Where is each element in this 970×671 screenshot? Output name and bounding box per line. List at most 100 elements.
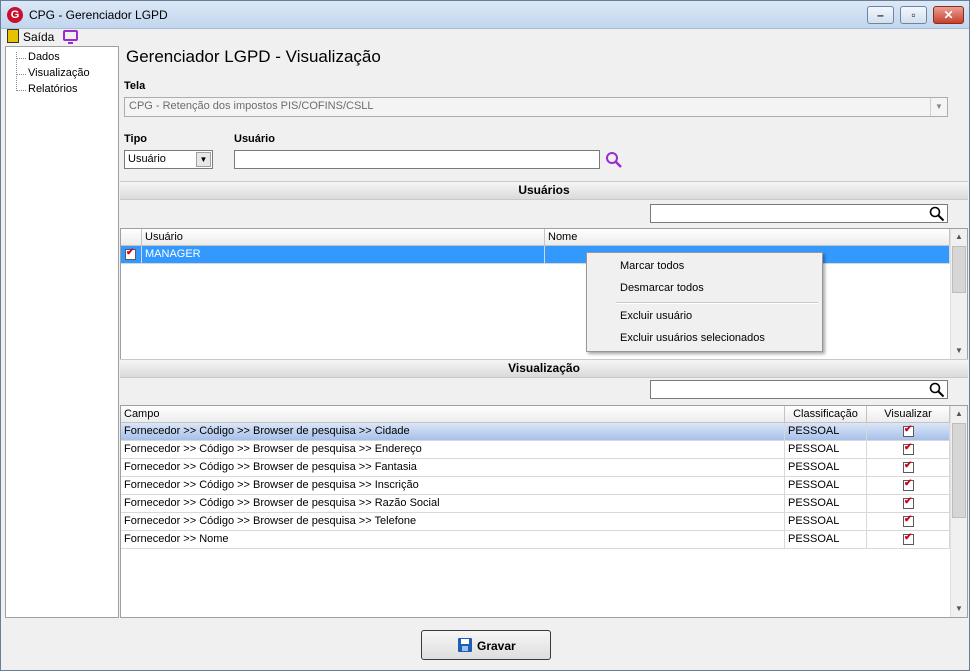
- tipo-label: Tipo: [124, 133, 148, 145]
- scroll-down-icon[interactable]: ▼: [951, 343, 967, 359]
- checkbox-checked[interactable]: [903, 496, 914, 509]
- row-campo: Fornecedor >> Código >> Browser de pesqu…: [121, 441, 785, 458]
- table-row[interactable]: MANAGER: [121, 246, 950, 264]
- close-button[interactable]: ✕: [933, 6, 964, 24]
- floppy-save-icon: [458, 638, 472, 652]
- row-classificacao: PESSOAL: [785, 513, 867, 530]
- row-visualizar-cell[interactable]: [867, 423, 950, 440]
- tela-select[interactable]: CPG - Retenção dos impostos PIS/COFINS/C…: [124, 97, 948, 117]
- usuarios-scrollbar[interactable]: ▲ ▼: [950, 229, 967, 359]
- row-visualizar-cell[interactable]: [867, 513, 950, 530]
- row-classificacao: PESSOAL: [785, 423, 867, 440]
- grid-header-check: [121, 229, 142, 246]
- checkbox-checked[interactable]: [903, 532, 914, 545]
- row-visualizar-cell[interactable]: [867, 459, 950, 476]
- row-campo: Fornecedor >> Código >> Browser de pesqu…: [121, 423, 785, 440]
- table-row[interactable]: Fornecedor >> Nome PESSOAL: [121, 531, 950, 549]
- search-icon[interactable]: [929, 206, 945, 222]
- row-classificacao: PESSOAL: [785, 495, 867, 512]
- restore-icon: ▫: [911, 8, 916, 22]
- table-row[interactable]: Fornecedor >> Código >> Browser de pesqu…: [121, 423, 950, 441]
- menu-bar: Saída: [1, 29, 969, 45]
- table-row[interactable]: Fornecedor >> Código >> Browser de pesqu…: [121, 495, 950, 513]
- row-classificacao: PESSOAL: [785, 531, 867, 548]
- minimize-icon: –: [877, 8, 884, 22]
- chevron-down-icon[interactable]: ▼: [930, 98, 947, 116]
- row-campo: Fornecedor >> Código >> Browser de pesqu…: [121, 513, 785, 530]
- menu-saida[interactable]: Saída: [23, 30, 54, 44]
- usuario-input[interactable]: [234, 150, 600, 169]
- screen-icon[interactable]: [63, 30, 78, 44]
- tela-select-value: CPG - Retenção dos impostos PIS/COFINS/C…: [129, 100, 374, 112]
- usuarios-filter-input[interactable]: [650, 204, 948, 223]
- app-logo-icon: G: [7, 7, 23, 23]
- tree-item-dados[interactable]: Dados: [14, 51, 60, 63]
- grid-header-nome[interactable]: Nome: [545, 229, 950, 246]
- row-check-cell[interactable]: [121, 246, 142, 263]
- close-icon: ✕: [943, 8, 954, 22]
- checkbox-checked[interactable]: [903, 442, 914, 455]
- chevron-down-icon[interactable]: ▼: [196, 152, 211, 167]
- checkbox-checked[interactable]: [125, 247, 136, 260]
- context-menu: Marcar todos Desmarcar todos Excluir usu…: [586, 252, 823, 352]
- gravar-button[interactable]: Gravar: [421, 630, 551, 660]
- menu-item-excluir-usuario[interactable]: Excluir usuário: [620, 310, 692, 322]
- exit-door-icon[interactable]: [7, 29, 19, 43]
- page-title: Gerenciador LGPD - Visualização: [126, 47, 381, 66]
- checkbox-checked[interactable]: [903, 514, 914, 527]
- grid-header-campo[interactable]: Campo: [121, 406, 785, 423]
- row-visualizar-cell[interactable]: [867, 495, 950, 512]
- menu-item-desmarcar-todos[interactable]: Desmarcar todos: [620, 282, 704, 294]
- menu-item-marcar-todos[interactable]: Marcar todos: [620, 260, 684, 272]
- search-icon[interactable]: [929, 382, 945, 398]
- usuario-label: Usuário: [234, 133, 275, 145]
- row-classificacao: PESSOAL: [785, 477, 867, 494]
- visualizacao-scrollbar[interactable]: ▲ ▼: [950, 406, 967, 617]
- checkbox-checked[interactable]: [903, 478, 914, 491]
- visualizacao-filter-input[interactable]: [650, 380, 948, 399]
- visualizacao-section-header: Visualização: [120, 359, 968, 378]
- tree-item-visualizacao[interactable]: Visualização: [14, 67, 90, 79]
- grid-header-visualizar[interactable]: Visualizar: [867, 406, 950, 423]
- row-visualizar-cell[interactable]: [867, 531, 950, 548]
- row-campo: Fornecedor >> Nome: [121, 531, 785, 548]
- grid-header-usuario[interactable]: Usuário: [142, 229, 545, 246]
- tipo-select[interactable]: Usuário ▼: [124, 150, 213, 169]
- scroll-thumb[interactable]: [952, 246, 966, 293]
- checkbox-checked[interactable]: [903, 460, 914, 473]
- row-usuario: MANAGER: [142, 246, 545, 263]
- scroll-thumb[interactable]: [952, 423, 966, 518]
- usuarios-grid: Usuário Nome MANAGER ▲ ▼: [120, 228, 968, 360]
- tela-label: Tela: [124, 80, 146, 92]
- window-title: CPG - Gerenciador LGPD: [29, 8, 168, 22]
- menu-item-excluir-selecionados[interactable]: Excluir usuários selecionados: [620, 332, 765, 344]
- table-row[interactable]: Fornecedor >> Código >> Browser de pesqu…: [121, 441, 950, 459]
- row-campo: Fornecedor >> Código >> Browser de pesqu…: [121, 495, 785, 512]
- row-visualizar-cell[interactable]: [867, 441, 950, 458]
- row-classificacao: PESSOAL: [785, 441, 867, 458]
- table-row[interactable]: Fornecedor >> Código >> Browser de pesqu…: [121, 459, 950, 477]
- app-window: G CPG - Gerenciador LGPD – ▫ ✕ Saída Dad…: [0, 0, 970, 671]
- row-classificacao: PESSOAL: [785, 459, 867, 476]
- visualizacao-grid: Campo Classificação Visualizar Fornecedo…: [120, 405, 968, 618]
- scroll-up-icon[interactable]: ▲: [951, 229, 967, 245]
- tipo-select-value: Usuário: [128, 153, 166, 165]
- scroll-up-icon[interactable]: ▲: [951, 406, 967, 422]
- row-campo: Fornecedor >> Código >> Browser de pesqu…: [121, 459, 785, 476]
- title-bar: G CPG - Gerenciador LGPD – ▫ ✕: [1, 1, 969, 29]
- maximize-button[interactable]: ▫: [900, 6, 927, 24]
- gravar-button-label: Gravar: [477, 639, 516, 653]
- usuarios-section-header: Usuários: [120, 181, 968, 200]
- grid-header-classificacao[interactable]: Classificação: [785, 406, 867, 423]
- minimize-button[interactable]: –: [867, 6, 894, 24]
- tree-item-relatorios[interactable]: Relatórios: [14, 83, 78, 95]
- row-visualizar-cell[interactable]: [867, 477, 950, 494]
- navigation-tree: Dados Visualização Relatórios: [5, 46, 119, 618]
- table-row[interactable]: Fornecedor >> Código >> Browser de pesqu…: [121, 477, 950, 495]
- menu-separator: [616, 302, 818, 304]
- scroll-down-icon[interactable]: ▼: [951, 601, 967, 617]
- checkbox-checked[interactable]: [903, 424, 914, 437]
- search-icon[interactable]: [605, 151, 623, 169]
- table-row[interactable]: Fornecedor >> Código >> Browser de pesqu…: [121, 513, 950, 531]
- row-campo: Fornecedor >> Código >> Browser de pesqu…: [121, 477, 785, 494]
